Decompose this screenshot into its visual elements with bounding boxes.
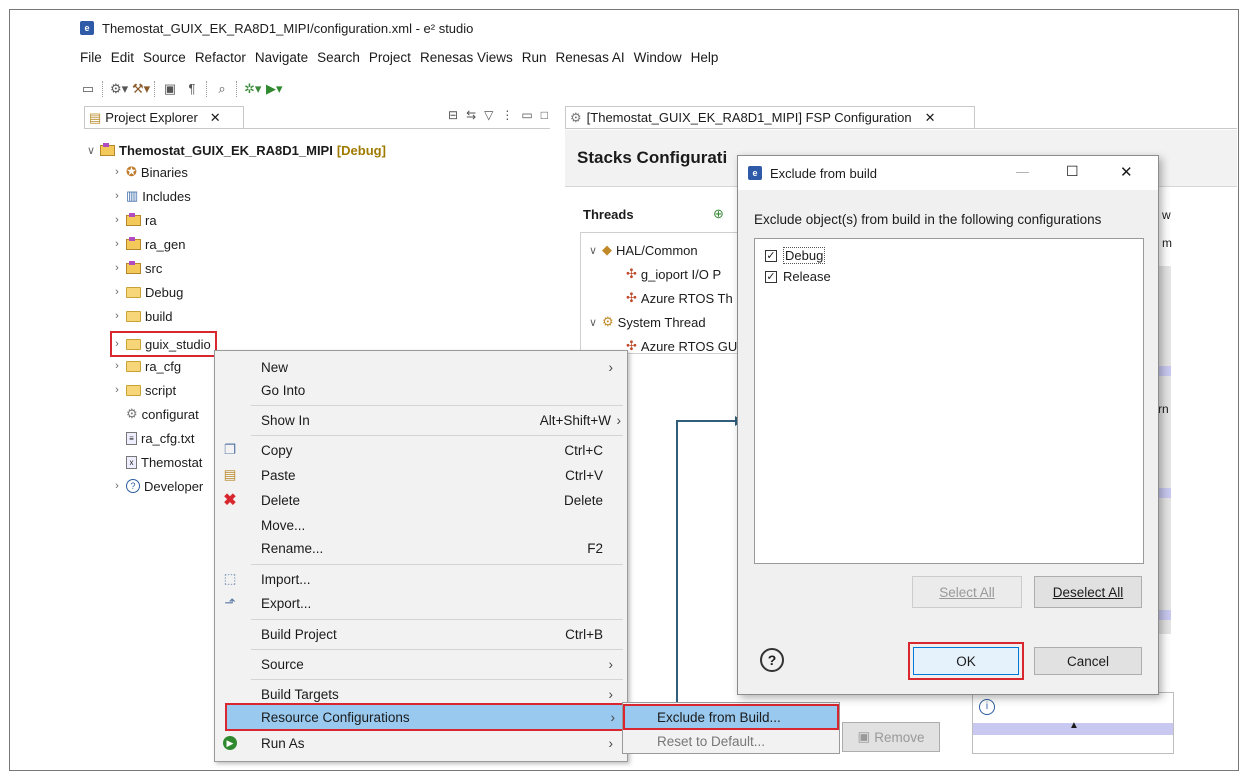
chevron-right-icon: › — [608, 359, 614, 375]
help-icon[interactable]: ? — [760, 648, 784, 672]
menu-label: Rename... — [261, 540, 324, 556]
cancel-button[interactable]: Cancel — [1034, 647, 1142, 675]
config-label: Release — [783, 269, 831, 284]
paste-icon: ▤ — [223, 467, 237, 482]
config-label: Debug — [783, 247, 826, 264]
menu-shortcut: Ctrl+V — [565, 467, 603, 483]
copy-icon: ❐ — [223, 442, 237, 457]
menu-item-go-into[interactable]: Go Into — [215, 378, 625, 402]
button-label: OK — [956, 653, 976, 669]
menu-item-copy[interactable]: ❐ Copy Ctrl+C — [215, 438, 625, 462]
menu-item-source[interactable]: Source › — [215, 652, 625, 676]
run-icon: ▶ — [223, 736, 237, 750]
menu-item-paste[interactable]: ▤ Paste Ctrl+V — [215, 463, 625, 487]
dialog-title: Exclude from build — [770, 165, 877, 181]
select-all-button[interactable]: Select All — [912, 576, 1022, 608]
menu-label: Build Targets — [261, 686, 339, 702]
arrow-line — [676, 420, 735, 712]
dialog-instruction: Exclude object(s) from build in the foll… — [754, 212, 1102, 227]
minimize-icon[interactable]: — — [1016, 164, 1029, 179]
menu-item-import[interactable]: ⬚ Import... — [215, 567, 625, 591]
deselect-all-button[interactable]: Deselect All — [1034, 576, 1142, 608]
menu-item-new[interactable]: New › — [215, 355, 625, 379]
menu-item-build-project[interactable]: Build Project Ctrl+B — [215, 622, 625, 646]
menu-separator — [251, 679, 623, 680]
button-label: Cancel — [1066, 653, 1110, 669]
dialog-title-bar: e Exclude from build — ☐ ✕ — [738, 156, 1158, 190]
config-item-debug[interactable]: ✓ Debug — [765, 247, 826, 264]
menu-item-run-as[interactable]: ▶ Run As › — [215, 731, 625, 755]
chevron-right-icon: › — [616, 412, 622, 428]
menu-label: Copy — [261, 442, 293, 458]
resource-configurations-submenu: Exclude from Build... Reset to Default..… — [622, 702, 840, 754]
menu-label: New — [261, 359, 289, 375]
menu-shortcut: Ctrl+C — [564, 442, 603, 458]
menu-separator — [251, 649, 623, 650]
delete-icon: ✖ — [223, 492, 237, 509]
checkbox-checked-icon[interactable]: ✓ — [765, 270, 777, 283]
export-icon: ⬏ — [224, 595, 236, 610]
maximize-icon[interactable]: ☐ — [1066, 163, 1079, 180]
menu-label: Go Into — [261, 382, 306, 398]
menu-item-rename[interactable]: Rename... F2 — [215, 536, 625, 560]
menu-label: Delete — [261, 492, 301, 508]
menu-separator — [251, 405, 623, 406]
button-label: Select All — [939, 584, 995, 600]
config-item-release[interactable]: ✓ Release — [765, 269, 831, 284]
submenu-item-exclude-from-build[interactable]: Exclude from Build... — [623, 704, 839, 730]
menu-shortcut: Ctrl+B — [565, 626, 603, 642]
menu-label: Exclude from Build... — [657, 709, 781, 725]
chevron-right-icon: › — [608, 656, 614, 672]
menu-label: Build Project — [261, 626, 337, 642]
menu-item-delete[interactable]: ✖ Delete Delete — [215, 488, 625, 512]
menu-label: Export... — [261, 595, 312, 611]
menu-label: Paste — [261, 467, 296, 483]
menu-shortcut: F2 — [587, 540, 603, 556]
menu-separator — [251, 619, 623, 620]
menu-item-export[interactable]: ⬏ Export... — [215, 591, 625, 615]
close-icon[interactable]: ✕ — [1120, 163, 1133, 181]
menu-item-resource-configurations[interactable]: Resource Configurations › — [225, 703, 625, 731]
menu-label: Move... — [261, 517, 306, 533]
menu-label: Reset to Default... — [657, 733, 766, 749]
button-label: Deselect All — [1052, 584, 1124, 600]
e2-studio-logo-icon: e — [748, 166, 762, 180]
configurations-list: ✓ Debug ✓ Release — [754, 238, 1144, 564]
ok-button[interactable]: OK — [913, 647, 1019, 675]
menu-separator — [251, 435, 623, 436]
menu-separator — [251, 564, 623, 565]
checkbox-checked-icon[interactable]: ✓ — [765, 249, 777, 262]
menu-item-move[interactable]: Move... — [215, 513, 625, 537]
menu-label: Import... — [261, 571, 311, 587]
menu-item-show-in[interactable]: Show In Alt+Shift+W › — [215, 408, 625, 432]
chevron-right-icon: › — [608, 686, 614, 702]
chevron-right-icon: › — [610, 709, 616, 725]
submenu-item-reset-to-default[interactable]: Reset to Default... — [623, 729, 837, 753]
chevron-right-icon: › — [608, 735, 614, 751]
menu-label: Resource Configurations — [261, 709, 410, 725]
menu-label: Show In — [261, 412, 310, 428]
menu-shortcut: Alt+Shift+W — [539, 412, 611, 428]
menu-label: Source — [261, 656, 304, 672]
menu-shortcut: Delete — [563, 492, 603, 508]
import-icon: ⬚ — [223, 571, 237, 586]
exclude-from-build-dialog: e Exclude from build — ☐ ✕ Exclude objec… — [737, 155, 1159, 695]
menu-label: Run As — [261, 735, 305, 751]
context-menu: New › Go Into Show In Alt+Shift+W › ❐ Co… — [214, 350, 628, 762]
